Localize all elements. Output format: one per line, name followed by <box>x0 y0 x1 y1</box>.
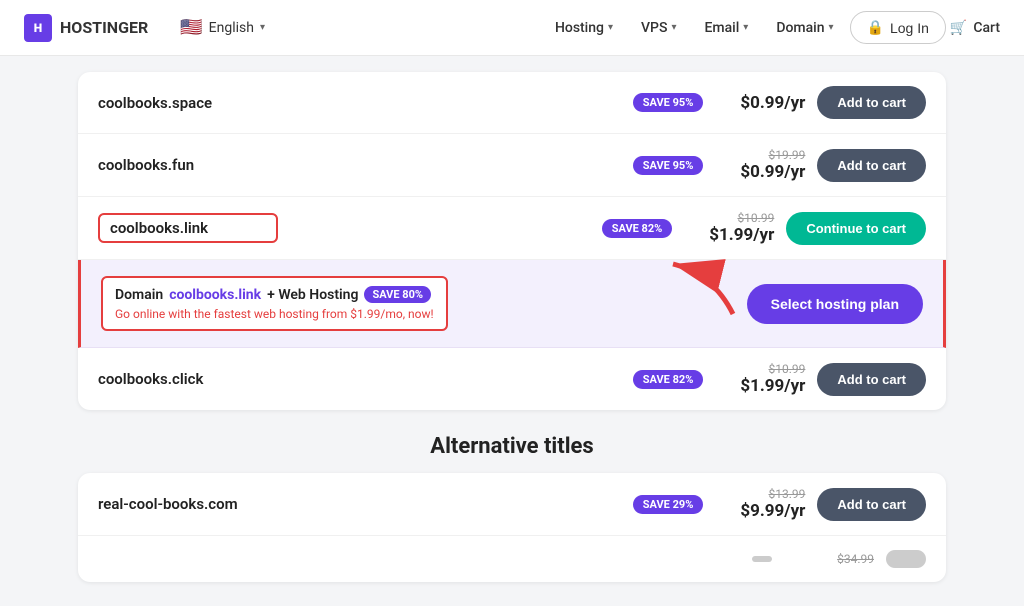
save-badge <box>752 556 772 562</box>
login-button[interactable]: 🔒 Log In <box>850 11 946 44</box>
bundle-save-badge: SAVE 80% <box>364 286 431 303</box>
vps-chevron-icon: ▾ <box>671 22 676 33</box>
add-to-cart-button[interactable]: Add to cart <box>817 363 926 396</box>
add-to-cart-button[interactable]: Add to cart <box>817 149 926 182</box>
price-current: $0.99/yr <box>715 162 805 182</box>
red-arrow-icon <box>653 254 743 324</box>
nav-hosting[interactable]: Hosting ▾ <box>543 12 625 44</box>
price-original: $19.99 <box>715 148 805 162</box>
email-label: Email <box>705 20 740 36</box>
cart-label: Cart <box>973 20 1000 36</box>
vps-label: VPS <box>641 20 667 36</box>
price-original: $34.99 <box>784 552 874 566</box>
price-block: $10.99 $1.99/yr <box>715 362 805 396</box>
price-block: $0.99/yr <box>715 93 805 113</box>
nav-vps[interactable]: VPS ▾ <box>629 12 688 44</box>
table-row: coolbooks.fun SAVE 95% $19.99 $0.99/yr A… <box>78 134 946 197</box>
save-badge: SAVE 95% <box>633 93 704 112</box>
domain-name: coolbooks.click <box>98 370 278 388</box>
save-badge: SAVE 82% <box>633 370 704 389</box>
table-row: coolbooks.link SAVE 82% $10.99 $1.99/yr … <box>78 197 946 260</box>
add-to-cart-button[interactable]: Add to cart <box>817 488 926 521</box>
price-block: $10.99 $1.99/yr <box>684 211 774 245</box>
page-content: coolbooks.space SAVE 95% $0.99/yr Add to… <box>62 56 962 582</box>
logo-icon: H <box>24 14 52 42</box>
add-to-cart-button[interactable] <box>886 550 926 568</box>
lang-chevron-icon: ▾ <box>260 22 265 33</box>
cart-icon: 🛒 <box>950 20 967 36</box>
lock-icon: 🔒 <box>867 19 884 36</box>
price-block: $19.99 $0.99/yr <box>715 148 805 182</box>
save-badge: SAVE 95% <box>633 156 704 175</box>
alternative-results-card: real-cool-books.com SAVE 29% $13.99 $9.9… <box>78 473 946 582</box>
logo: H HOSTINGER <box>24 14 148 42</box>
add-to-cart-button[interactable]: Add to cart <box>817 86 926 119</box>
price-original: $10.99 <box>684 211 774 225</box>
save-badge: SAVE 82% <box>602 219 673 238</box>
table-row: real-cool-books.com SAVE 29% $13.99 $9.9… <box>78 473 946 536</box>
nav-domain[interactable]: Domain ▾ <box>764 12 845 44</box>
bundle-suffix: + Web Hosting <box>267 287 358 303</box>
save-badge: SAVE 29% <box>633 495 704 514</box>
login-label: Log In <box>890 20 929 36</box>
price-current: $1.99/yr <box>684 225 774 245</box>
domain-name: coolbooks.space <box>98 94 278 112</box>
flag-icon: 🇺🇸 <box>180 17 202 38</box>
continue-to-cart-button[interactable]: Continue to cart <box>786 212 926 245</box>
bundle-domain-link: coolbooks.link <box>169 287 261 303</box>
domain-name-highlighted: coolbooks.link <box>98 213 278 243</box>
nav-links: Hosting ▾ VPS ▾ Email ▾ Domain ▾ 🔒 Log I… <box>543 11 1000 44</box>
hosting-chevron-icon: ▾ <box>608 22 613 33</box>
cart-button[interactable]: 🛒 Cart <box>950 20 1000 36</box>
hosting-label: Hosting <box>555 20 604 36</box>
domain-name: coolbooks.fun <box>98 156 278 174</box>
domain-results-card: coolbooks.space SAVE 95% $0.99/yr Add to… <box>78 72 946 410</box>
navbar: H HOSTINGER 🇺🇸 English ▾ Hosting ▾ VPS ▾… <box>0 0 1024 56</box>
select-hosting-plan-button[interactable]: Select hosting plan <box>747 284 923 324</box>
table-row: coolbooks.space SAVE 95% $0.99/yr Add to… <box>78 72 946 134</box>
logo-text: HOSTINGER <box>60 18 148 37</box>
price-current: $0.99/yr <box>715 93 805 113</box>
domain-chevron-icon: ▾ <box>829 22 834 33</box>
domain-label: Domain <box>776 20 824 36</box>
price-original: $13.99 <box>715 487 805 501</box>
language-label: English <box>209 20 254 36</box>
domain-name: real-cool-books.com <box>98 495 278 513</box>
bundle-row: Domain coolbooks.link + Web Hosting SAVE… <box>78 260 946 348</box>
bundle-offer-box: Domain coolbooks.link + Web Hosting SAVE… <box>101 276 448 331</box>
alternative-section-title: Alternative titles <box>78 434 946 459</box>
price-current: $9.99/yr <box>715 501 805 521</box>
price-block: $13.99 $9.99/yr <box>715 487 805 521</box>
table-row: $34.99 <box>78 536 946 582</box>
price-block: $34.99 <box>784 552 874 566</box>
email-chevron-icon: ▾ <box>743 22 748 33</box>
nav-email[interactable]: Email ▾ <box>693 12 761 44</box>
price-original: $10.99 <box>715 362 805 376</box>
language-selector[interactable]: 🇺🇸 English ▾ <box>180 17 265 38</box>
bundle-title: Domain coolbooks.link + Web Hosting SAVE… <box>115 286 434 303</box>
bundle-prefix: Domain <box>115 287 163 303</box>
bundle-subtitle: Go online with the fastest web hosting f… <box>115 307 434 321</box>
table-row: coolbooks.click SAVE 82% $10.99 $1.99/yr… <box>78 348 946 410</box>
price-current: $1.99/yr <box>715 376 805 396</box>
